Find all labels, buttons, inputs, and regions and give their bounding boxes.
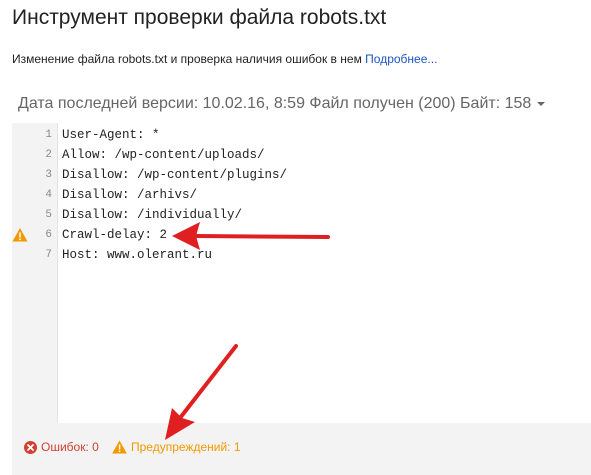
page-subtitle: Изменение файла robots.txt и проверка на… [12, 52, 437, 66]
warnings-status[interactable]: Предупреждений: 1 [112, 440, 241, 454]
status-bar: Ошибок: 0 Предупреждений: 1 [12, 423, 591, 475]
line-number: 4 [45, 189, 52, 201]
code-line[interactable]: Host: www.olerant.ru [62, 245, 212, 265]
line-number: 3 [45, 169, 52, 181]
line-number: 7 [45, 249, 52, 261]
warnings-count: Предупреждений: 1 [131, 440, 241, 454]
code-line[interactable]: Disallow: /arhivs/ [62, 185, 197, 205]
line-number: 1 [45, 129, 52, 141]
error-icon [24, 440, 37, 454]
errors-count: Ошибок: 0 [41, 440, 99, 454]
code-line[interactable]: Disallow: /wp-content/plugins/ [62, 165, 287, 185]
version-selector-label: Дата последней версии: 10.02.16, 8:59 Фа… [18, 95, 532, 112]
line-number: 5 [45, 209, 52, 221]
code-line-warning[interactable]: Crawl-delay: 2 [62, 225, 167, 245]
code-line[interactable]: Disallow: /individually/ [62, 205, 242, 225]
learn-more-link[interactable]: Подробнее... [365, 52, 437, 66]
line-number: 2 [45, 149, 52, 161]
errors-status[interactable]: Ошибок: 0 [24, 440, 99, 454]
page-title: Инструмент проверки файла robots.txt [12, 6, 387, 29]
code-line[interactable]: Allow: /wp-content/uploads/ [62, 145, 265, 165]
subtitle-text: Изменение файла robots.txt и проверка на… [12, 52, 362, 66]
robots-editor[interactable]: 1 User-Agent: * 2 Allow: /wp-content/upl… [12, 123, 591, 423]
warning-icon [112, 440, 127, 454]
code-line[interactable]: User-Agent: * [62, 125, 160, 145]
version-selector[interactable]: Дата последней версии: 10.02.16, 8:59 Фа… [18, 95, 546, 113]
dropdown-caret-icon [537, 101, 546, 106]
line-number: 6 [45, 229, 52, 241]
